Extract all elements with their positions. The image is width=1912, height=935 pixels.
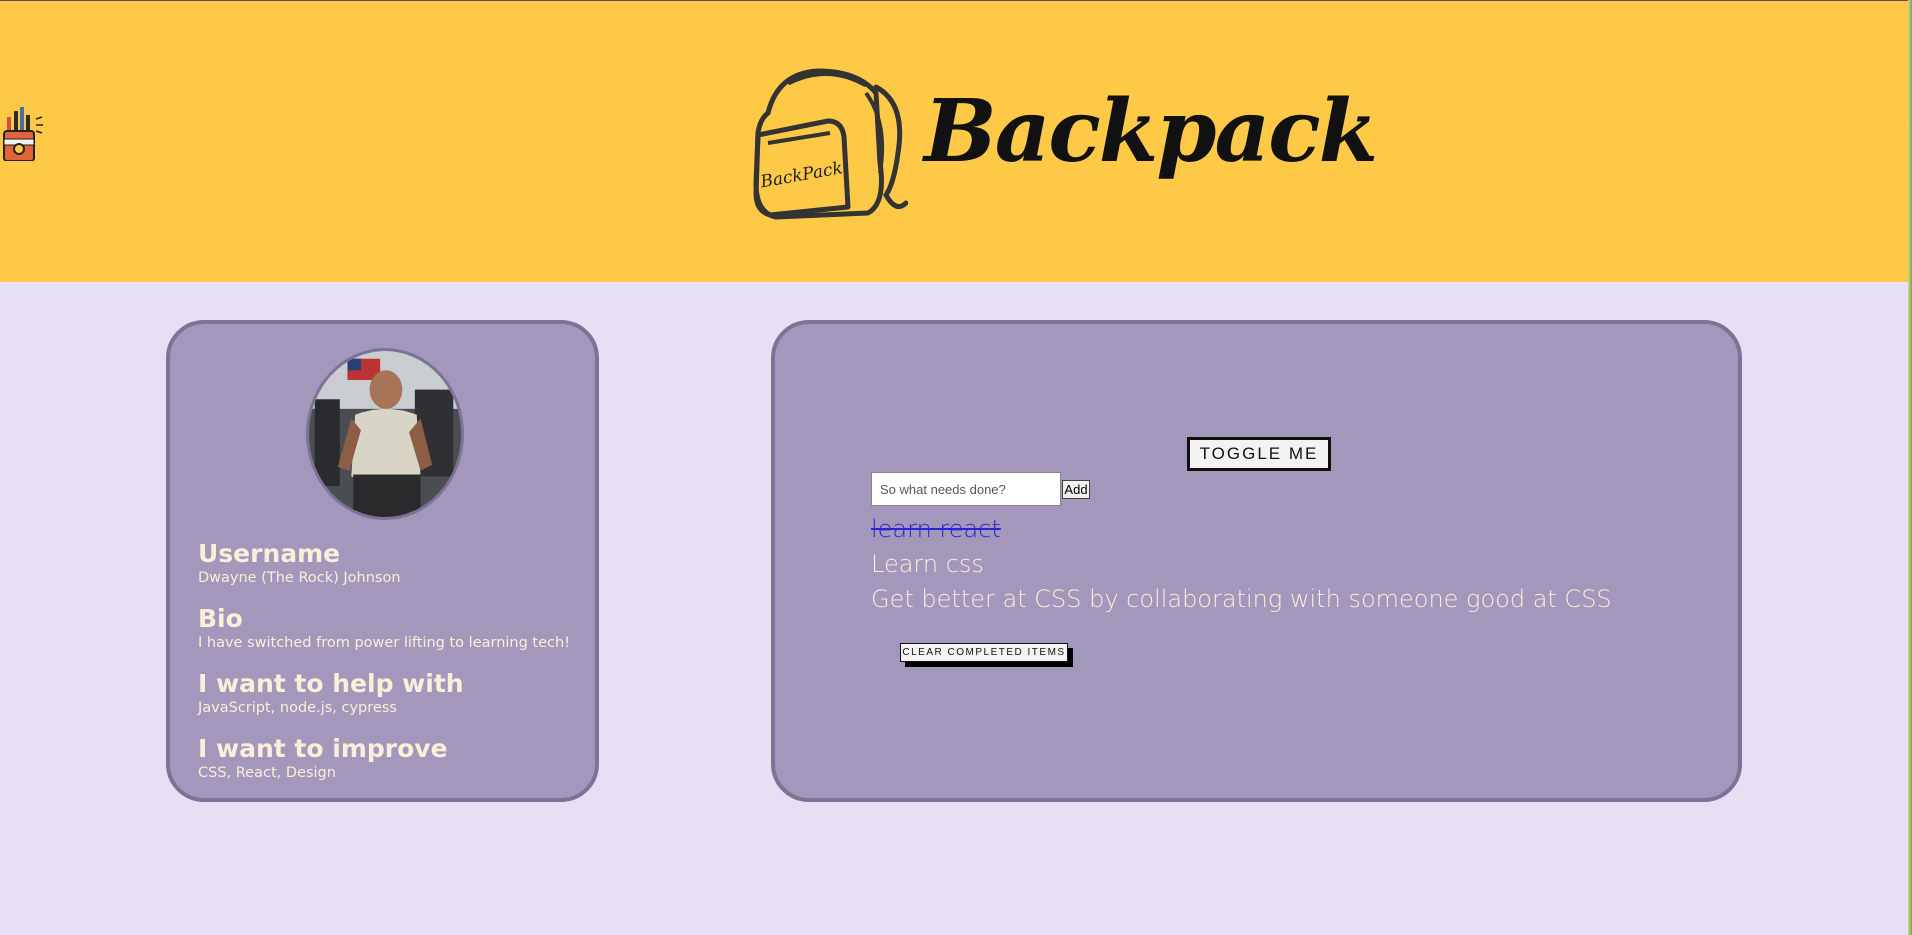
- todo-item[interactable]: learn react: [871, 512, 1612, 547]
- todo-card: TOGGLE ME Add learn react Learn css Get …: [771, 320, 1742, 802]
- username-value: Dwayne (The Rock) Johnson: [198, 570, 401, 586]
- avatar-photo: [309, 351, 461, 517]
- todo-item[interactable]: Get better at CSS by collaborating with …: [871, 582, 1612, 617]
- help-value: JavaScript, node.js, cypress: [198, 700, 397, 716]
- toggle-button[interactable]: TOGGLE ME: [1187, 437, 1331, 471]
- profile-bio-section: Bio I have switched from power lifting t…: [198, 604, 570, 652]
- page: BackPack Backpack Username Dwayne (The R…: [0, 0, 1912, 935]
- improve-value: CSS, React, Design: [198, 765, 336, 781]
- window-edge: [1908, 0, 1912, 935]
- backpack-icon: BackPack: [753, 68, 908, 220]
- profile-username-section: Username Dwayne (The Rock) Johnson: [198, 539, 401, 587]
- bio-value: I have switched from power lifting to le…: [198, 635, 571, 651]
- improve-heading: I want to improve: [198, 734, 448, 763]
- profile-card: Username Dwayne (The Rock) Johnson Bio I…: [166, 320, 599, 802]
- add-button[interactable]: Add: [1062, 480, 1090, 499]
- app-title: Backpack: [924, 81, 1378, 182]
- todo-list: learn react Learn css Get better at CSS …: [871, 512, 1612, 617]
- bio-heading: Bio: [198, 604, 243, 633]
- logo-label: BackPack: [758, 158, 844, 192]
- todo-item[interactable]: Learn css: [871, 547, 1612, 582]
- profile-improve-section: I want to improve CSS, React, Design: [198, 734, 448, 782]
- help-heading: I want to help with: [198, 669, 464, 698]
- avatar: [306, 348, 464, 520]
- profile-help-section: I want to help with JavaScript, node.js,…: [198, 669, 464, 717]
- pencil-cup-icon[interactable]: [0, 105, 44, 161]
- username-heading: Username: [198, 539, 341, 568]
- header: BackPack Backpack: [0, 0, 1908, 282]
- clear-completed-button[interactable]: CLEAR COMPLETED ITEMS: [900, 643, 1068, 662]
- todo-input[interactable]: [871, 472, 1061, 506]
